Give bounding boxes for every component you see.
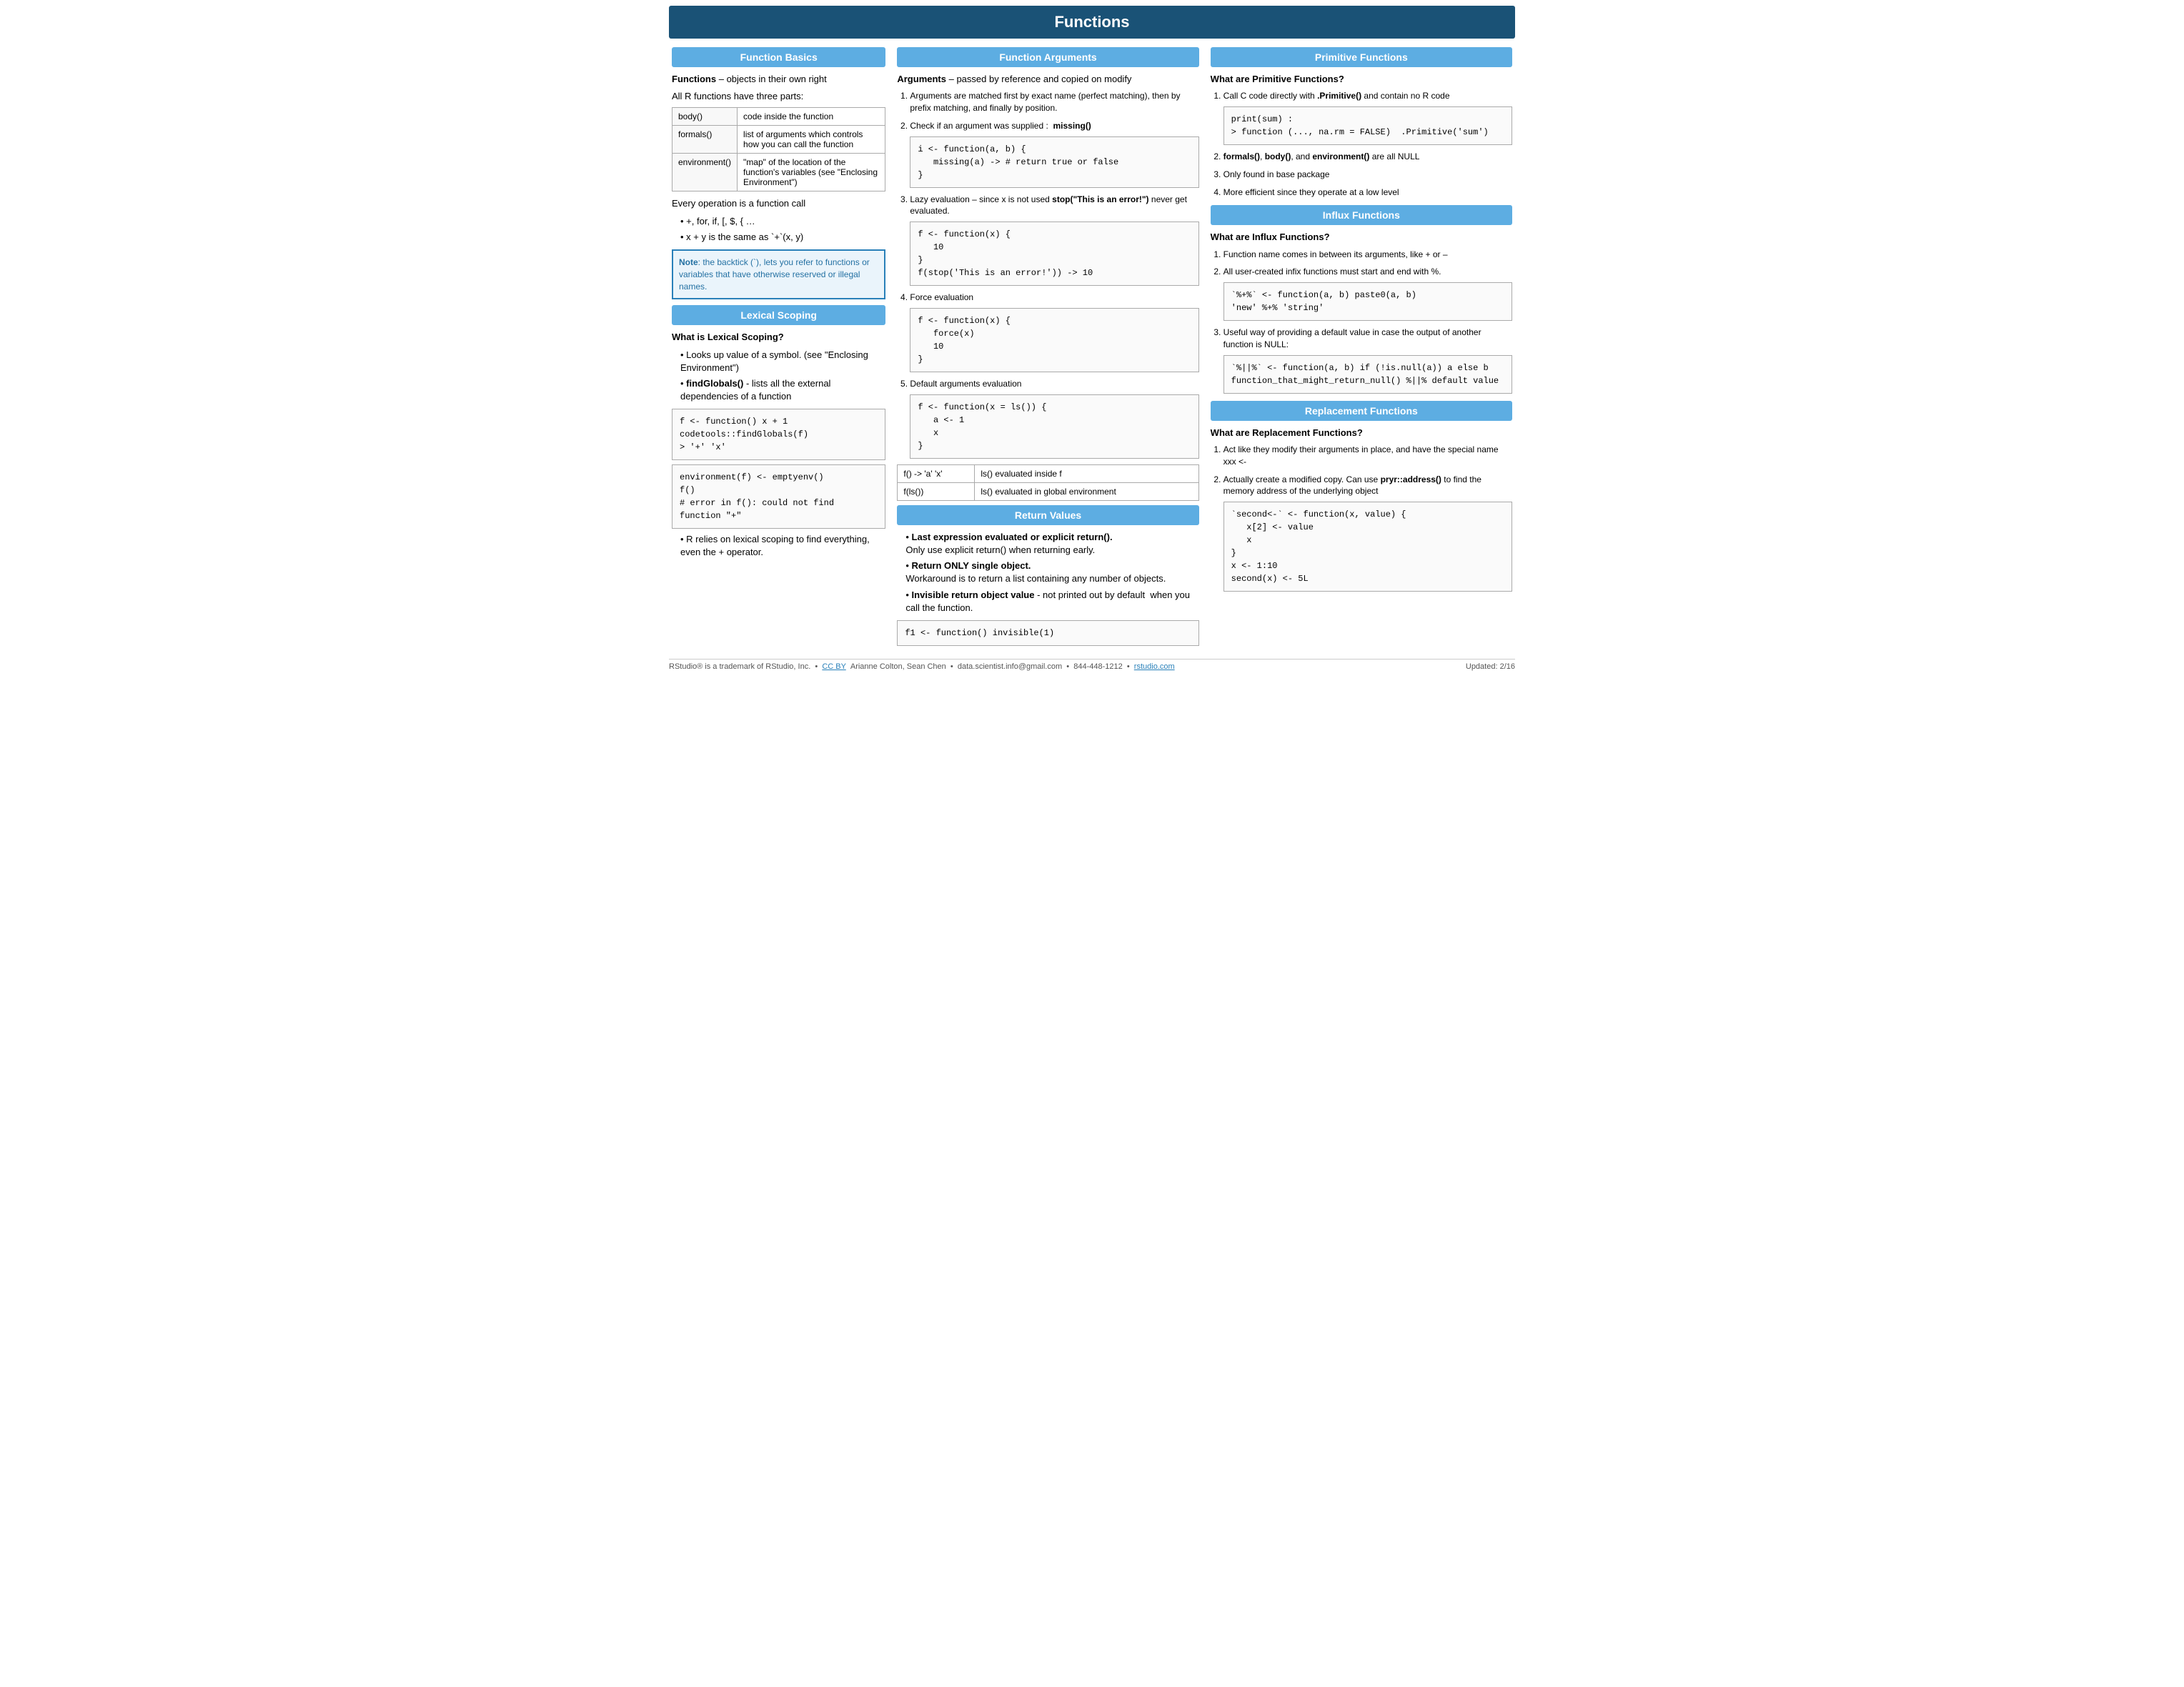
formals-label: formals() bbox=[672, 126, 738, 154]
primitive-code: print(sum) : > function (..., na.rm = FA… bbox=[1223, 106, 1512, 145]
scoping-note-bullet: R relies on lexical scoping to find ever… bbox=[672, 533, 885, 559]
replacement-item-1: Act like they modify their arguments in … bbox=[1223, 444, 1512, 468]
influx-section: Influx Functions What are Influx Functio… bbox=[1211, 205, 1512, 393]
scoping-note: R relies on lexical scoping to find ever… bbox=[672, 533, 885, 559]
page: Functions Function Basics Functions – ob… bbox=[663, 0, 1521, 677]
scoping-bullet-1: Looks up value of a symbol. (see "Enclos… bbox=[672, 349, 885, 374]
lazy-eval-code: f <- function(x) { 10 } f(stop('This is … bbox=[910, 222, 1198, 286]
influx-functions-header: Influx Functions bbox=[1211, 205, 1512, 225]
intro-functions: Functions – objects in their own right bbox=[672, 73, 885, 86]
table-row: f(ls()) ls() evaluated in global environ… bbox=[898, 482, 1198, 500]
body-label: body() bbox=[672, 108, 738, 126]
footer-left: RStudio® is a trademark of RStudio, Inc.… bbox=[669, 662, 1175, 671]
return-bullet-1: Last expression evaluated or explicit re… bbox=[897, 531, 1198, 557]
table-row: f() -> 'a' 'x' ls() evaluated inside f bbox=[898, 464, 1198, 482]
col-function-basics: Function Basics Functions – objects in t… bbox=[669, 44, 888, 653]
args-results-table: f() -> 'a' 'x' ls() evaluated inside f f… bbox=[897, 464, 1198, 501]
scoping-bullet-2: findGlobals() - lists all the external d… bbox=[672, 377, 885, 403]
influx-what: What are Influx Functions? bbox=[1211, 231, 1512, 244]
every-operation: Every operation is a function call bbox=[672, 197, 885, 210]
replacement-section: Replacement Functions What are Replaceme… bbox=[1211, 401, 1512, 592]
replacement-list: Act like they modify their arguments in … bbox=[1223, 444, 1512, 592]
scoping-code-1: f <- function() x + 1 codetools::findGlo… bbox=[672, 409, 885, 460]
primitive-section: Primitive Functions What are Primitive F… bbox=[1211, 47, 1512, 198]
intro-three-parts: All R functions have three parts: bbox=[672, 90, 885, 103]
formals-desc: list of arguments which controls how you… bbox=[738, 126, 885, 154]
arg-item-1: Arguments are matched first by exact nam… bbox=[910, 90, 1198, 114]
scoping-what-label: What is Lexical Scoping? bbox=[672, 331, 885, 344]
environment-desc: "map" of the location of the function's … bbox=[738, 154, 885, 191]
three-column-layout: Function Basics Functions – objects in t… bbox=[669, 44, 1515, 653]
col-primitive-influx-replacement: Primitive Functions What are Primitive F… bbox=[1208, 44, 1515, 653]
default-args-code: f <- function(x = ls()) { a <- 1 x } bbox=[910, 394, 1198, 459]
footer: RStudio® is a trademark of RStudio, Inc.… bbox=[669, 659, 1515, 671]
influx-item-3: Useful way of providing a default value … bbox=[1223, 327, 1512, 394]
influx-item-2: All user-created infix functions must st… bbox=[1223, 266, 1512, 321]
args-intro: Arguments – passed by reference and copi… bbox=[897, 73, 1198, 86]
result-2-right: ls() evaluated in global environment bbox=[975, 482, 1198, 500]
replacement-functions-header: Replacement Functions bbox=[1211, 401, 1512, 421]
note-backtick: Note: the backtick (`), lets you refer t… bbox=[672, 249, 885, 299]
primitive-functions-header: Primitive Functions bbox=[1211, 47, 1512, 67]
col-function-arguments: Function Arguments Arguments – passed by… bbox=[894, 44, 1201, 653]
replacement-item-2: Actually create a modified copy. Can use… bbox=[1223, 474, 1512, 592]
footer-right: Updated: 2/16 bbox=[1466, 662, 1515, 671]
replacement-what: What are Replacement Functions? bbox=[1211, 427, 1512, 439]
bullet-xy: x + y is the same as `+`(x, y) bbox=[672, 231, 885, 244]
influx-code-1: `%+%` <- function(a, b) paste0(a, b) 'ne… bbox=[1223, 282, 1512, 321]
force-eval-code: f <- function(x) { force(x) 10 } bbox=[910, 308, 1198, 372]
arg-item-2: Check if an argument was supplied : miss… bbox=[910, 120, 1198, 188]
influx-code-2: `%||%` <- function(a, b) if (!is.null(a)… bbox=[1223, 355, 1512, 394]
rstudio-link[interactable]: rstudio.com bbox=[1134, 662, 1175, 671]
primitive-item-3: Only found in base package bbox=[1223, 169, 1512, 181]
table-row: environment() "map" of the location of t… bbox=[672, 154, 885, 191]
result-1-left: f() -> 'a' 'x' bbox=[898, 464, 975, 482]
operation-bullets: +, for, if, [, $, { … x + y is the same … bbox=[672, 215, 885, 244]
influx-list: Function name comes in between its argum… bbox=[1223, 249, 1512, 394]
arg-item-4: Force evaluation f <- function(x) { forc… bbox=[910, 292, 1198, 372]
primitive-item-2: formals(), body(), and environment() are… bbox=[1223, 151, 1512, 163]
function-basics-header: Function Basics bbox=[672, 47, 885, 67]
environment-label: environment() bbox=[672, 154, 738, 191]
scoping-bullets: Looks up value of a symbol. (see "Enclos… bbox=[672, 349, 885, 404]
return-bullets: Last expression evaluated or explicit re… bbox=[897, 531, 1198, 614]
arg-item-3: Lazy evaluation – since x is not used st… bbox=[910, 194, 1198, 287]
table-row: body() code inside the function bbox=[672, 108, 885, 126]
primitive-what: What are Primitive Functions? bbox=[1211, 73, 1512, 86]
result-1-right: ls() evaluated inside f bbox=[975, 464, 1198, 482]
lexical-scoping-header: Lexical Scoping bbox=[672, 305, 885, 325]
body-desc: code inside the function bbox=[738, 108, 885, 126]
arg-item-5: Default arguments evaluation f <- functi… bbox=[910, 378, 1198, 459]
return-bullet-3: Invisible return object value - not prin… bbox=[897, 589, 1198, 614]
function-parts-table: body() code inside the function formals(… bbox=[672, 107, 885, 191]
missing-code: i <- function(a, b) { missing(a) -> # re… bbox=[910, 136, 1198, 188]
cc-by-link[interactable]: CC BY bbox=[822, 662, 845, 671]
bullet-operators: +, for, if, [, $, { … bbox=[672, 215, 885, 228]
main-title: Functions bbox=[669, 6, 1515, 39]
return-bullet-2: Return ONLY single object. Workaround is… bbox=[897, 559, 1198, 585]
function-arguments-header: Function Arguments bbox=[897, 47, 1198, 67]
result-2-left: f(ls()) bbox=[898, 482, 975, 500]
primitive-item-4: More efficient since they operate at a l… bbox=[1223, 186, 1512, 199]
influx-item-1: Function name comes in between its argum… bbox=[1223, 249, 1512, 261]
replacement-code: `second<-` <- function(x, value) { x[2] … bbox=[1223, 502, 1512, 592]
table-row: formals() list of arguments which contro… bbox=[672, 126, 885, 154]
invisible-code: f1 <- function() invisible(1) bbox=[897, 620, 1198, 646]
primitive-item-1: Call C code directly with .Primitive() a… bbox=[1223, 90, 1512, 145]
args-ordered-list: Arguments are matched first by exact nam… bbox=[910, 90, 1198, 459]
return-values-header: Return Values bbox=[897, 505, 1198, 525]
scoping-code-2: environment(f) <- emptyenv() f() # error… bbox=[672, 464, 885, 529]
primitive-list: Call C code directly with .Primitive() a… bbox=[1223, 90, 1512, 198]
